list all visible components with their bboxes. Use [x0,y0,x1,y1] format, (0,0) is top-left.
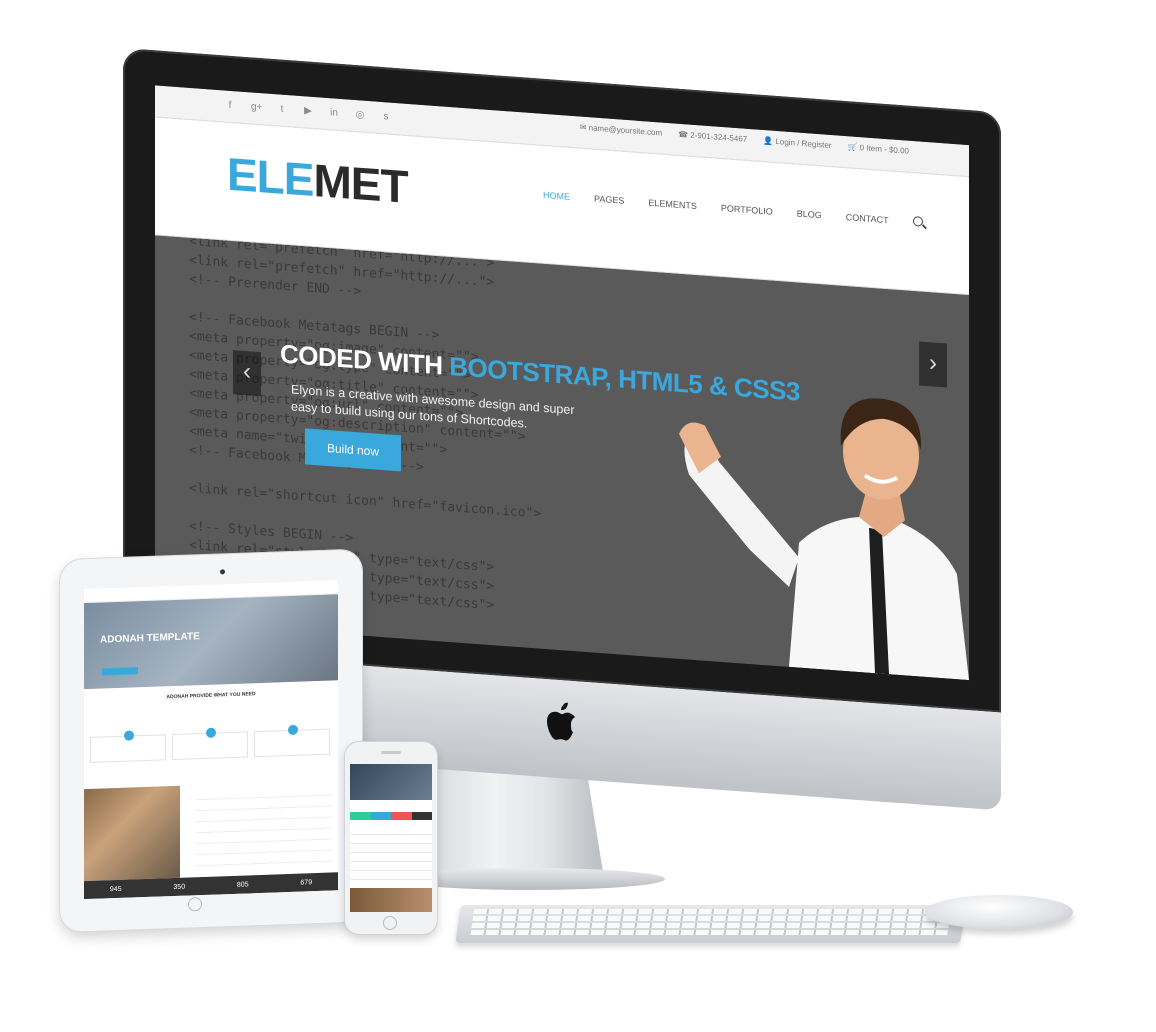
ipad: ADONAH TEMPLATE ADONAH PROVIDE WHAT YOU … [60,549,362,932]
keyboard [455,905,966,943]
ipad-team-photo [84,785,180,882]
magic-mouse [925,895,1073,929]
linkedin-icon[interactable]: in [329,107,339,119]
iphone-color-strip [350,812,432,820]
ipad-stat: 679 [300,878,313,887]
twitter-icon[interactable]: t [277,103,287,115]
ipad-screen: ADONAH TEMPLATE ADONAH PROVIDE WHAT YOU … [84,580,338,900]
iphone-hero [350,764,432,800]
ipad-hero-title: ADONAH TEMPLATE [100,631,200,646]
iphone-content [350,826,432,886]
ipad-card [254,728,330,758]
ipad-section-heading: ADONAH PROVIDE WHAT YOU NEED [166,691,256,701]
nav-home[interactable]: HOME [543,190,570,202]
ipad-hero: ADONAH TEMPLATE [84,594,338,690]
build-now-button[interactable]: Build now [305,428,401,472]
nav-portfolio[interactable]: PORTFOLIO [721,203,773,217]
logo-part-1: ELE [227,147,314,206]
iphone-speaker [381,751,401,754]
apple-logo-icon [547,702,575,741]
device-mockup-scene: f g+ t ▶ in ◎ s ✉ name@yoursite.com ☎ 2-… [0,0,1156,1032]
ipad-home-button [188,897,202,912]
ipad-feature-cards [90,728,330,763]
ipad-hero-button[interactable] [102,667,138,676]
ipad-stat: 945 [109,885,122,893]
nav-blog[interactable]: BLOG [797,208,822,220]
facebook-icon[interactable]: f [225,99,235,111]
ipad-card [90,734,166,763]
keyboard-keys [470,909,952,937]
ipad-stat: 350 [173,883,186,891]
iphone [345,742,437,934]
google-plus-icon[interactable]: g+ [251,101,262,113]
logo-part-2: MET [313,153,408,213]
skype-icon[interactable]: s [381,111,391,123]
youtube-icon[interactable]: ▶ [303,105,313,117]
businessman-image [679,398,969,681]
site-logo[interactable]: ELEMET [227,147,408,214]
ipad-feature-list [196,784,332,874]
ipad-stat: 805 [236,880,249,889]
ipad-camera [220,569,225,575]
social-links: f g+ t ▶ in ◎ s [225,99,391,123]
search-icon[interactable] [912,215,923,227]
nav-elements[interactable]: ELEMENTS [648,198,697,212]
main-nav: HOME PAGES ELEMENTS PORTFOLIO BLOG CONTA… [543,190,923,228]
nav-pages[interactable]: PAGES [594,194,624,206]
iphone-home-button [383,916,397,930]
iphone-photo [350,888,432,912]
slider-prev-arrow[interactable]: ‹ [233,350,261,397]
nav-contact[interactable]: CONTACT [846,212,889,225]
dribbble-icon[interactable]: ◎ [355,109,365,121]
ipad-card [172,731,248,761]
iphone-screen [350,764,432,912]
